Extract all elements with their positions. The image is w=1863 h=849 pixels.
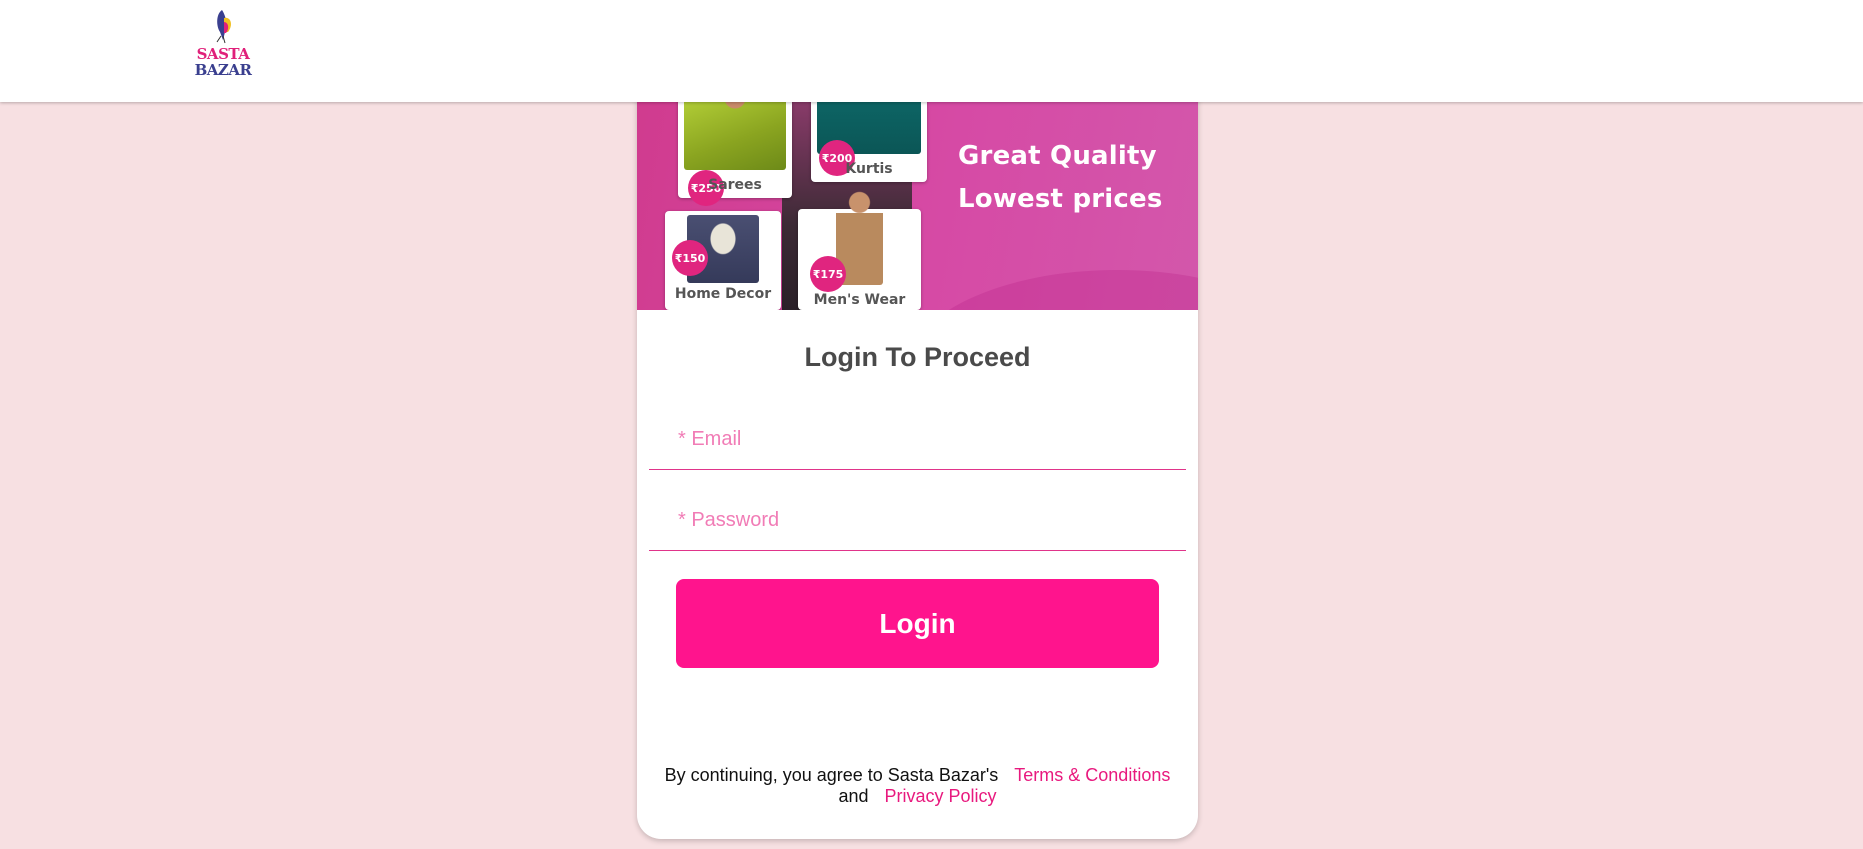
product-label-kurtis: Kurtis bbox=[845, 161, 893, 177]
terms-link[interactable]: Terms & Conditions bbox=[1014, 765, 1170, 785]
password-input[interactable] bbox=[649, 491, 1186, 551]
product-label-home-decor: Home Decor bbox=[674, 286, 772, 302]
legal-and: and bbox=[838, 786, 869, 806]
butterfly-logo-icon bbox=[216, 10, 231, 44]
login-title: Login To Proceed bbox=[804, 342, 1031, 372]
login-button[interactable]: Login bbox=[676, 579, 1159, 668]
product-tile-mens-wear: ₹175 Men's Wear bbox=[798, 189, 921, 310]
legal-prefix: By continuing, you agree to Sasta Bazar'… bbox=[664, 765, 999, 785]
product-tile-home-decor: ₹150 Home Decor bbox=[665, 211, 781, 310]
login-card: ₹250 Sarees ₹200 Kurtis ₹150 Home Decor … bbox=[637, 60, 1198, 839]
brand-line2: BAZAR bbox=[194, 61, 252, 79]
product-tile-sarees: ₹250 Sarees bbox=[678, 90, 792, 206]
tagline-line1: Great Quality bbox=[958, 141, 1157, 171]
banner-tagline: Great Quality Lowest prices bbox=[958, 135, 1163, 221]
saree-image bbox=[684, 90, 786, 170]
privacy-link[interactable]: Privacy Policy bbox=[885, 786, 997, 806]
banner-wave-decoration bbox=[907, 270, 1198, 310]
tagline-line2: Lowest prices bbox=[958, 184, 1163, 214]
brand-logo[interactable]: SASTA BAZAR bbox=[192, 6, 254, 80]
top-header: SASTA BAZAR bbox=[0, 0, 1863, 102]
price-badge-mens-wear: ₹175 bbox=[810, 256, 846, 292]
product-label-mens-wear: Men's Wear bbox=[813, 292, 906, 308]
price-badge-home-decor: ₹150 bbox=[672, 240, 708, 276]
brand-line1: SASTA bbox=[196, 45, 250, 63]
brand-wordmark: SASTA BAZAR bbox=[192, 46, 254, 78]
legal-notice: By continuing, you agree to Sasta Bazar'… bbox=[637, 765, 1198, 807]
product-label-sarees: Sarees bbox=[708, 177, 762, 193]
email-input[interactable] bbox=[649, 410, 1186, 470]
